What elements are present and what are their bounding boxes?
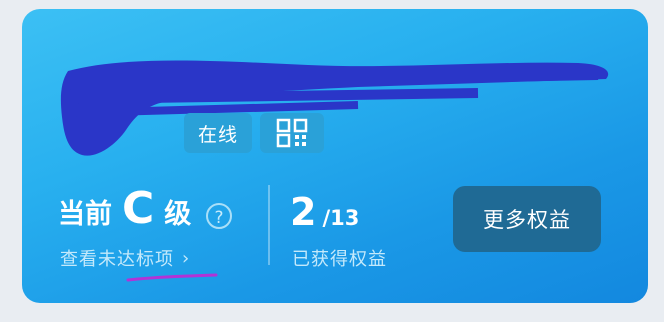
annotation-underline (126, 273, 218, 282)
benefits-count: 2 /13 (290, 193, 359, 231)
total-count: /13 (322, 206, 360, 230)
level-prefix: 当前 (58, 199, 112, 230)
more-benefits-button[interactable]: 更多权益 (453, 186, 601, 252)
help-icon[interactable]: ? (206, 203, 232, 229)
screenshot-frame: 在线 当前 C 级 ? 查看未达标项 › 2 /13 已获得权益 更多权益 (0, 0, 664, 322)
chevron-right-icon: › (182, 247, 191, 269)
obtained-benefits-label: 已获得权益 (292, 249, 387, 270)
redacted-username-scribble (60, 60, 609, 156)
online-status-text: 在线 (197, 123, 238, 146)
online-status-badge: 在线 (184, 113, 252, 153)
qr-code-icon (276, 118, 308, 148)
current-level: 当前 C 级 (58, 187, 191, 231)
view-unmet-items-label: 查看未达标项 (60, 249, 174, 270)
qr-code-button[interactable] (260, 113, 324, 153)
level-grade: C (122, 183, 155, 234)
section-divider (268, 185, 270, 265)
membership-card: 在线 当前 C 级 ? 查看未达标项 › 2 /13 已获得权益 更多权益 (22, 9, 648, 303)
obtained-count: 2 (290, 190, 317, 234)
level-suffix: 级 (164, 199, 192, 230)
view-unmet-items-link[interactable]: 查看未达标项 › (60, 245, 190, 271)
more-benefits-label: 更多权益 (483, 208, 571, 232)
